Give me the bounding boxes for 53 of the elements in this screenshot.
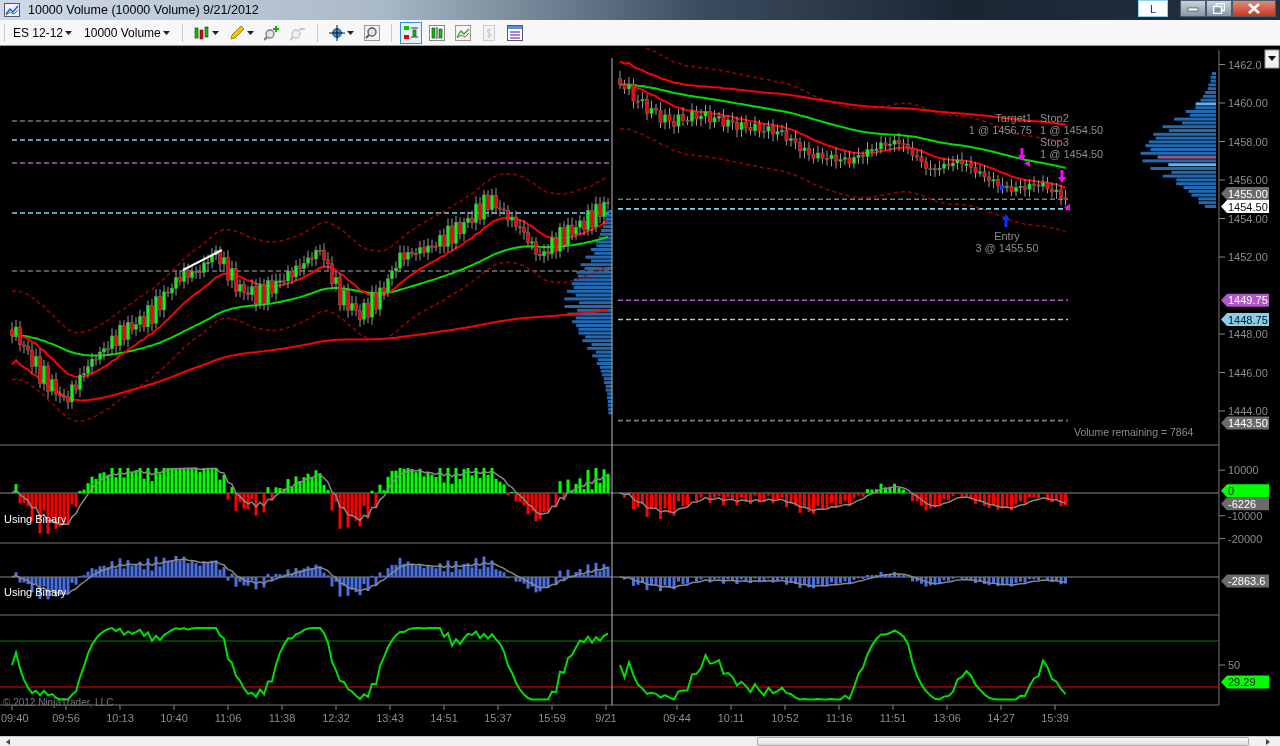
price-marker: 1455.00 [1221, 187, 1269, 200]
price-marker: -6226 [1221, 497, 1269, 511]
time-label: 10:40 [160, 712, 188, 724]
order-label: Entry [994, 230, 1020, 242]
time-label: 12:32 [322, 712, 350, 724]
time-label: 11:51 [879, 712, 907, 724]
order-label: Stop2 [1040, 112, 1069, 124]
time-label: 14:27 [987, 712, 1015, 724]
time-label: 14:51 [430, 712, 458, 724]
time-label: 10:52 [771, 712, 799, 724]
axis-label: 1444.00 [1228, 405, 1268, 417]
time-label: 09:44 [663, 712, 691, 724]
time-label: 11:38 [268, 712, 296, 724]
time-label: 09:56 [52, 712, 80, 724]
time-label: 13:43 [376, 712, 404, 724]
window-title: 10000 Volume (10000 Volume) 9/21/2012 [28, 1, 259, 19]
time-label: 13:06 [933, 712, 961, 724]
time-label: 15:37 [484, 712, 512, 724]
price-marker: 1448.75 [1221, 313, 1269, 327]
axis-label: -20000 [1228, 532, 1263, 545]
layout-button[interactable]: L [1138, 0, 1168, 17]
order-detail: 3 @ 1455.50 [975, 242, 1039, 254]
copyright-text: © 2012 NinjaTrader, LLC [3, 697, 114, 708]
order-detail: 1 @ 1454.50 [1040, 124, 1104, 136]
axis-label: 1448.00 [1228, 328, 1268, 340]
order-detail: 1 @ 1454.50 [1040, 148, 1104, 160]
price-marker: 1454.50 [1221, 200, 1269, 213]
time-label: 11:06 [214, 712, 242, 724]
axis-label: 1446.00 [1228, 366, 1268, 379]
time-label: 15:59 [538, 712, 566, 724]
axis-label: 1452.00 [1228, 251, 1268, 263]
axis-label: -10000 [1228, 509, 1263, 522]
instrument-selector[interactable]: ES 12-12 [9, 21, 77, 44]
price-marker: 29.29 [1221, 675, 1269, 689]
time-label: 15:39 [1041, 712, 1069, 724]
axis-label: 1458.00 [1228, 135, 1268, 148]
time-label: 9/21 [595, 712, 617, 724]
axis-label: 50 [1228, 659, 1241, 671]
time-label: 11:16 [825, 712, 853, 724]
indicator-label: Using Binary [4, 586, 67, 598]
volume-remaining-text: Volume remaining = 7864 [1074, 426, 1194, 438]
axis-label: 1462.0 [1228, 58, 1262, 71]
axis-label: 10000 [1228, 464, 1259, 477]
price-marker: 0 [1221, 484, 1269, 498]
order-label: Stop3 [1040, 136, 1069, 148]
time-label: 10:13 [106, 712, 134, 724]
time-label: 09:40 [1, 712, 29, 724]
axis-label: 1456.00 [1228, 174, 1268, 186]
time-label: 10:11 [717, 712, 745, 724]
axis-label: 1454.00 [1228, 212, 1268, 225]
axis-label: 1460.00 [1228, 97, 1268, 109]
indicator-label: Using Binary [4, 513, 67, 525]
period-selector[interactable]: 10000 Volume [80, 21, 174, 44]
